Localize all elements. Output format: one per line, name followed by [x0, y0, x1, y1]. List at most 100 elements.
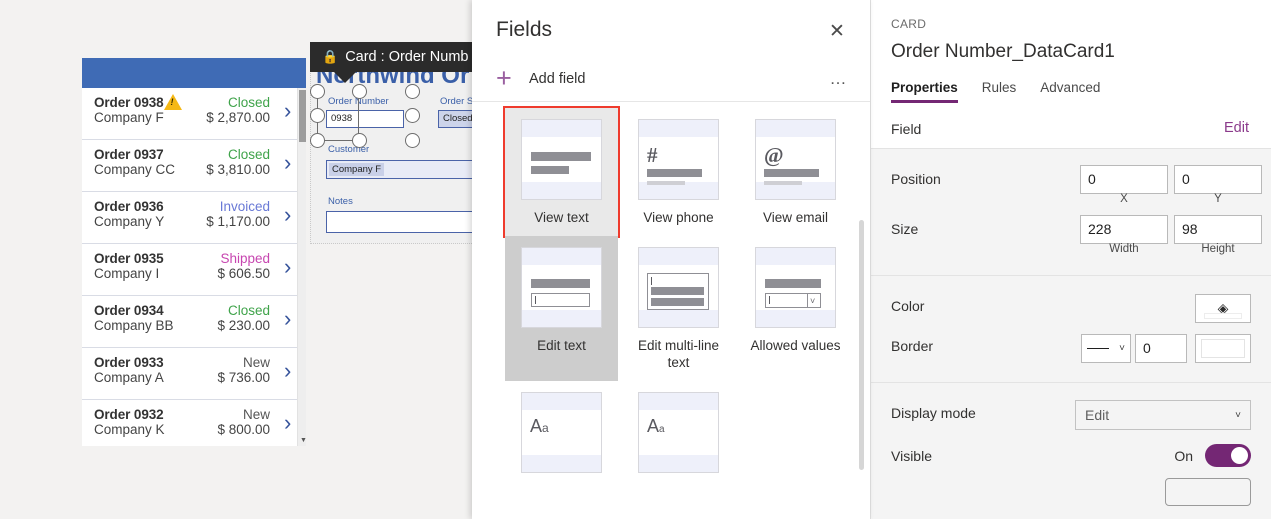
tab-advanced[interactable]: Advanced: [1040, 80, 1100, 103]
visible-toggle[interactable]: [1205, 444, 1251, 467]
chevron-right-icon[interactable]: ›: [284, 100, 298, 122]
chevron-right-icon[interactable]: ›: [284, 308, 298, 330]
form-notes-input[interactable]: [326, 211, 486, 233]
resize-handle-ne[interactable]: [405, 84, 420, 99]
order-company: Company BB: [94, 318, 174, 333]
border-label: Border: [891, 338, 934, 354]
edit-text-thumbnail-icon: [521, 247, 602, 328]
chevron-right-icon[interactable]: ›: [284, 360, 298, 382]
scroll-down-icon[interactable]: ▼: [300, 437, 306, 444]
color-row: Color ◈: [871, 288, 1271, 328]
order-title: Order 0936: [94, 199, 164, 214]
resize-handle-s[interactable]: [352, 133, 367, 148]
list-item[interactable]: Order 0938 Closed Company F $ 2,870.00 ›: [82, 88, 306, 140]
fields-panel-scrollbar[interactable]: [859, 220, 864, 519]
template-card-allowed-values[interactable]: ˅ Allowed values: [739, 236, 852, 381]
control-template-grid: View text # View phone @ View email Edit…: [503, 106, 855, 492]
fields-panel: Fields ✕ + Add field … View text # View …: [472, 0, 870, 519]
next-property-control-peek[interactable]: [1165, 478, 1251, 506]
display-mode-dropdown[interactable]: Edit ˅: [1075, 400, 1251, 430]
order-status: Closed: [227, 303, 270, 318]
order-title: Order 0937: [94, 147, 164, 162]
tab-properties[interactable]: Properties: [891, 80, 958, 103]
visible-label: Visible: [891, 448, 932, 464]
more-options-icon[interactable]: …: [830, 69, 849, 89]
order-status: New: [242, 407, 270, 422]
template-card-edit-text[interactable]: Edit text: [505, 236, 618, 381]
template-card-edit-multiline-text[interactable]: Edit multi-line text: [622, 236, 735, 381]
scrollbar-thumb[interactable]: [299, 90, 306, 142]
fields-panel-body: View text # View phone @ View email Edit…: [472, 102, 870, 519]
position-x-sublabel: X: [1120, 193, 1128, 205]
resize-handle-nw[interactable]: [310, 84, 325, 99]
add-field-row[interactable]: + Add field …: [472, 56, 870, 102]
chevron-right-icon[interactable]: ›: [284, 412, 298, 434]
aa-thumbnail-icon-2: Aa: [638, 392, 719, 473]
panel-title: Fields: [496, 18, 553, 41]
form-order-number-input[interactable]: 0938: [326, 110, 404, 128]
display-visible-group: Display mode Edit ˅ Visible On: [871, 383, 1271, 506]
template-label: View email: [762, 210, 829, 225]
order-title: Order 0933: [94, 355, 164, 370]
order-company: Company I: [94, 266, 160, 281]
order-status: New: [242, 355, 270, 370]
control-type-kicker: CARD: [891, 17, 927, 31]
order-title: Order 0938: [94, 94, 182, 110]
resize-handle-sw[interactable]: [310, 133, 325, 148]
order-title: Order 0935: [94, 251, 164, 266]
size-row: Size 228 Width 98 Height: [871, 211, 1271, 261]
close-icon[interactable]: ✕: [822, 16, 852, 46]
size-label: Size: [891, 221, 919, 237]
resize-handle-w[interactable]: [310, 108, 325, 123]
template-card-view-text[interactable]: View text: [503, 106, 620, 238]
border-row: Border ˅ 0: [871, 328, 1271, 368]
border-thickness-input[interactable]: 0: [1135, 334, 1187, 363]
color-swatch: [1204, 313, 1242, 319]
template-card-aa-1[interactable]: Aa: [505, 381, 618, 492]
view-phone-thumbnail-icon: #: [638, 119, 719, 200]
size-height-sublabel: Height: [1201, 243, 1235, 255]
order-gallery[interactable]: Order 0938 Closed Company F $ 2,870.00 ›…: [82, 88, 306, 446]
chevron-right-icon[interactable]: ›: [284, 256, 298, 278]
card-tooltip-label: Card : Order Numb: [345, 49, 469, 65]
properties-header: CARD Order Number_DataCard1 Properties R…: [871, 0, 1271, 110]
toggle-knob: [1231, 447, 1248, 464]
form-customer-input[interactable]: Company F: [326, 160, 486, 179]
size-height-input[interactable]: 98: [1174, 215, 1262, 244]
view-text-thumbnail-icon: [521, 119, 602, 200]
order-title: Order 0932: [94, 407, 164, 422]
list-item[interactable]: Order 0933 New Company A $ 736.00 ›: [82, 348, 306, 400]
order-amount: $ 1,170.00: [206, 214, 270, 229]
border-style-dropdown[interactable]: ˅: [1081, 334, 1131, 363]
resize-handle-n[interactable]: [352, 84, 367, 99]
field-edit-link[interactable]: Edit: [1224, 120, 1249, 136]
position-x-input[interactable]: 0: [1080, 165, 1168, 194]
resize-handle-se[interactable]: [405, 133, 420, 148]
chevron-right-icon[interactable]: ›: [284, 204, 298, 226]
order-amount: $ 736.00: [217, 370, 270, 385]
field-label: Field: [891, 121, 922, 137]
template-card-aa-2[interactable]: Aa: [622, 381, 735, 492]
list-item[interactable]: Order 0932 New Company K $ 800.00 ›: [82, 400, 306, 446]
template-card-view-phone[interactable]: # View phone: [622, 108, 735, 236]
list-item[interactable]: Order 0937 Closed Company CC $ 3,810.00 …: [82, 140, 306, 192]
resize-handle-e[interactable]: [405, 108, 420, 123]
list-item[interactable]: Order 0936 Invoiced Company Y $ 1,170.00…: [82, 192, 306, 244]
scrollbar-thumb[interactable]: [859, 220, 864, 470]
size-width-input[interactable]: 228: [1080, 215, 1168, 244]
list-item[interactable]: Order 0935 Shipped Company I $ 606.50 ›: [82, 244, 306, 296]
list-item[interactable]: Order 0934 Closed Company BB $ 230.00 ›: [82, 296, 306, 348]
gallery-scrollbar[interactable]: ▼: [297, 88, 306, 446]
tab-rules[interactable]: Rules: [982, 80, 1017, 103]
color-picker-button[interactable]: ◈: [1195, 294, 1251, 323]
order-company: Company F: [94, 110, 164, 125]
position-y-input[interactable]: 0: [1174, 165, 1262, 194]
properties-panel: CARD Order Number_DataCard1 Properties R…: [870, 0, 1271, 519]
position-label: Position: [891, 171, 941, 187]
border-color-swatch[interactable]: [1195, 334, 1251, 363]
chevron-right-icon[interactable]: ›: [284, 152, 298, 174]
template-card-view-email[interactable]: @ View email: [739, 108, 852, 236]
template-label: Edit multi-line text: [637, 338, 720, 370]
order-company: Company CC: [94, 162, 176, 177]
display-mode-row: Display mode Edit ˅: [871, 395, 1271, 438]
